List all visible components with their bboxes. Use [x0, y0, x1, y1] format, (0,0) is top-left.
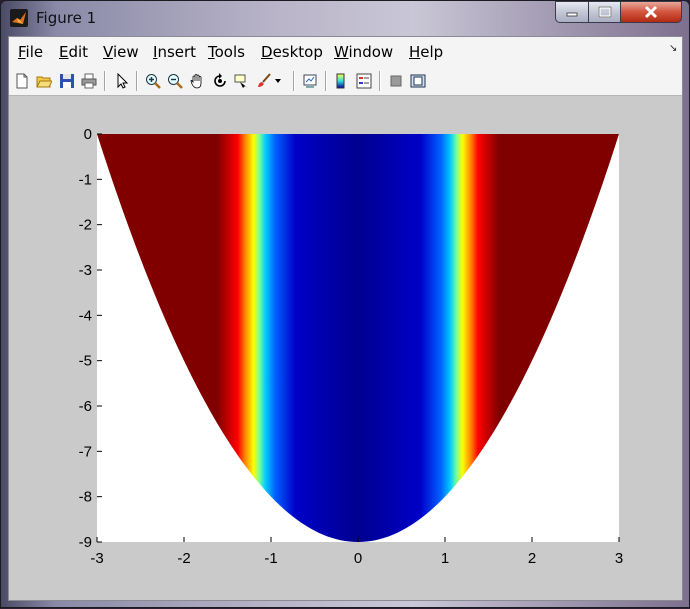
y-tick-label: -6 — [79, 398, 92, 415]
y-tick-label: -9 — [79, 534, 92, 551]
x-tick-label: 3 — [615, 550, 623, 567]
x-tick-label: 2 — [528, 550, 536, 567]
y-tick-label: -4 — [79, 307, 92, 324]
y-tick-label: 0 — [84, 126, 92, 143]
x-tick-label: -3 — [90, 550, 103, 567]
x-tick-label: 0 — [354, 550, 362, 567]
y-tick-label: -2 — [79, 217, 92, 234]
y-tick-label: -7 — [79, 443, 92, 460]
plot-area[interactable]: -3 -2 -1 0 1 2 3 0 -1 -2 -3 -4 -5 -6 -7 -8 -9 — [1, 1, 690, 609]
figure-window: Figure 1 File Edit View Insert Tools Des… — [0, 0, 690, 608]
x-tick-label: -2 — [177, 550, 190, 567]
y-tick-label: -8 — [79, 489, 92, 506]
x-tick-label: -1 — [264, 550, 277, 567]
y-tick-label: -1 — [79, 171, 92, 188]
y-tick-label: -3 — [79, 262, 92, 279]
x-tick-label: 1 — [441, 550, 449, 567]
y-tick-label: -5 — [79, 353, 92, 370]
